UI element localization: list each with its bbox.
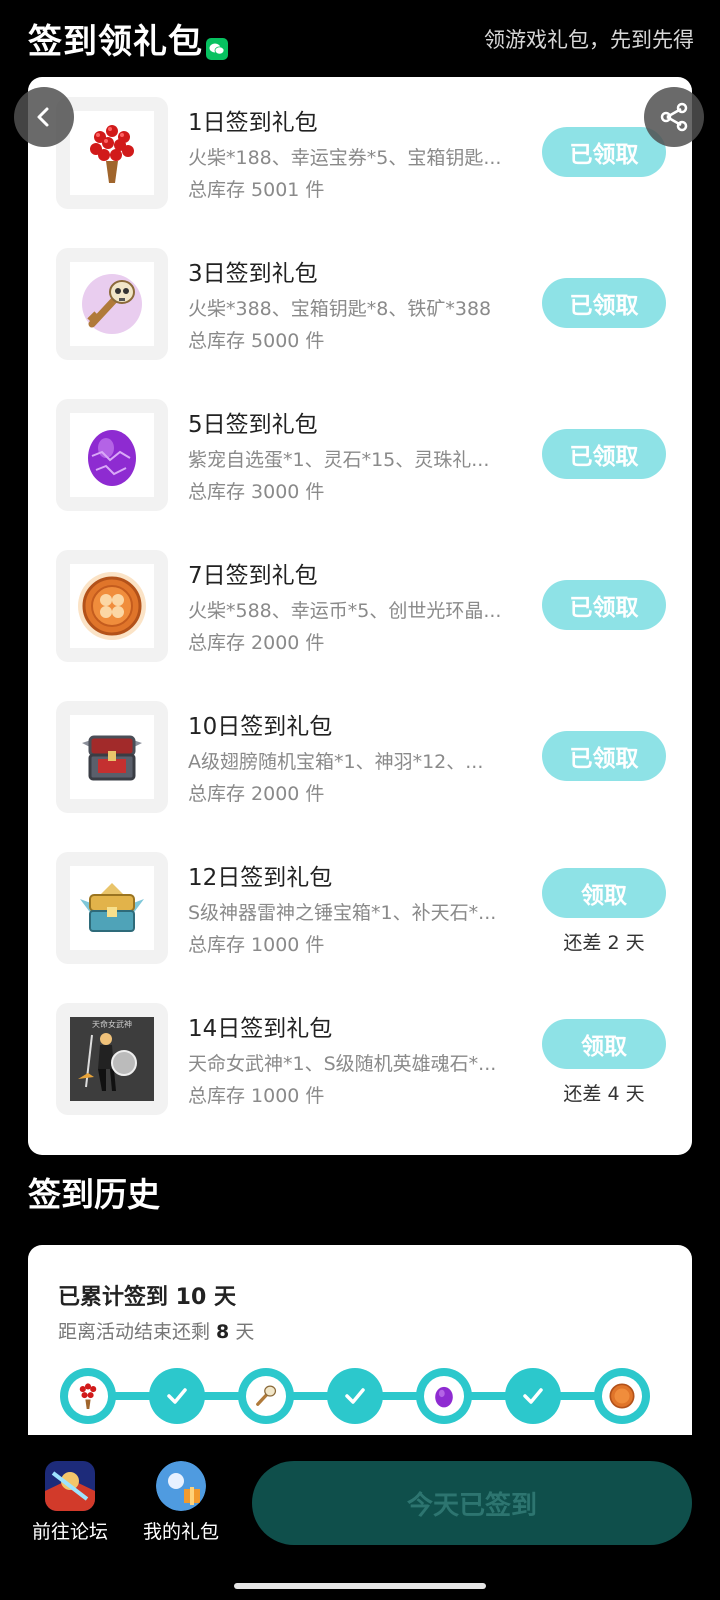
chevron-left-icon (37, 107, 49, 127)
wechat-icon (206, 38, 228, 60)
share-icon (660, 102, 688, 132)
gift-thumbnail (56, 248, 168, 360)
days-remaining: 还差 2 天 (563, 932, 645, 954)
activity-remaining: 距离活动结束还剩 8 天 (58, 1321, 255, 1343)
skull-key-icon (256, 1385, 277, 1406)
page-title: 签到领礼包 (28, 22, 203, 62)
home-indicator[interactable] (234, 1583, 486, 1589)
gift-description: 火柴*588、幸运币*5、创世光环晶... (188, 600, 502, 622)
gift-thumbnail: 天命女武神 (56, 1003, 168, 1115)
gift-row: 10日签到礼包 A级翅膀随机宝箱*1、神羽*12、... 总库存 2000 件 … (28, 701, 692, 855)
check-icon (167, 1388, 187, 1404)
purple-egg-icon (435, 1386, 453, 1408)
lucky-coin-icon (609, 1383, 635, 1409)
gift-row: 7日签到礼包 火柴*588、幸运币*5、创世光环晶... 总库存 2000 件 … (28, 550, 692, 704)
timeline-node (416, 1368, 472, 1424)
checkin-button[interactable]: 今天已签到 (252, 1461, 692, 1545)
checkin-history-card: 已累计签到 10 天 距离活动结束还剩 8 天 (28, 1245, 692, 1435)
gift-thumbnail (56, 550, 168, 662)
claimed-button[interactable]: 已领取 (542, 580, 666, 630)
claimed-button[interactable]: 已领取 (542, 429, 666, 479)
top-header: 签到领礼包 领游戏礼包，先到先得 (0, 0, 720, 78)
gift-avatar-icon (156, 1461, 206, 1511)
gift-title: 1日签到礼包 (188, 110, 318, 136)
claim-button[interactable]: 领取 (542, 1019, 666, 1069)
claimed-button[interactable]: 已领取 (542, 731, 666, 781)
gift-row: 1日签到礼包 火柴*188、幸运宝券*5、宝箱钥匙... 总库存 5001 件 … (28, 97, 692, 251)
skull-key-icon (82, 274, 142, 334)
gift-row: 3日签到礼包 火柴*388、宝箱钥匙*8、铁矿*388 总库存 5000 件 已… (28, 248, 692, 402)
gift-description: 紫宠自选蛋*1、灵石*15、灵珠礼... (188, 449, 490, 471)
my-gifts-label: 我的礼包 (142, 1521, 219, 1543)
check-icon (345, 1388, 365, 1404)
forum-label: 前往论坛 (31, 1521, 108, 1543)
gift-title: 14日签到礼包 (188, 1016, 333, 1042)
days-remaining: 还差 4 天 (563, 1083, 645, 1105)
timeline-node (238, 1368, 294, 1424)
claim-button[interactable]: 领取 (542, 868, 666, 918)
gift-stock: 总库存 3000 件 (188, 481, 325, 503)
claimed-button[interactable]: 已领取 (542, 278, 666, 328)
gift-description: S级神器雷神之锤宝箱*1、补天石*... (188, 902, 497, 924)
gift-row: 5日签到礼包 紫宠自选蛋*1、灵石*15、灵珠礼... 总库存 3000 件 已… (28, 399, 692, 553)
red-flower-bouquet-icon (90, 125, 134, 183)
gift-thumbnail (56, 852, 168, 964)
timeline-node (149, 1368, 205, 1424)
timeline-node (60, 1368, 116, 1424)
lucky-coin-icon (78, 572, 146, 640)
gift-description: 火柴*388、宝箱钥匙*8、铁矿*388 (188, 298, 492, 320)
gift-stock: 总库存 1000 件 (188, 934, 325, 956)
gift-stock: 总库存 2000 件 (188, 783, 325, 805)
timeline-node (505, 1368, 561, 1424)
share-button[interactable] (644, 87, 704, 147)
check-icon (523, 1388, 543, 1404)
gift-title: 3日签到礼包 (188, 261, 318, 287)
winged-chest-icon (80, 883, 144, 932)
purple-egg-icon (88, 430, 136, 486)
red-flower-bouquet-icon (79, 1383, 97, 1409)
gift-list-card: 1日签到礼包 火柴*188、幸运宝券*5、宝箱钥匙... 总库存 5001 件 … (28, 77, 692, 1155)
gift-thumbnail (56, 701, 168, 813)
thumb-caption: 天命女武神 (92, 1020, 132, 1029)
treasure-chest-icon (82, 735, 142, 781)
timeline-node (594, 1368, 650, 1424)
bottom-bar: 前往论坛 我的礼包 今天已签到 (0, 1435, 720, 1600)
my-gifts-link[interactable]: 我的礼包 (131, 1461, 231, 1544)
back-button[interactable] (14, 87, 74, 147)
gift-title: 5日签到礼包 (188, 412, 318, 438)
gift-description: A级翅膀随机宝箱*1、神羽*12、... (188, 751, 484, 773)
gift-stock: 总库存 5000 件 (188, 330, 325, 352)
gift-row: 天命女武神 14日签到礼包 天命女武神*1、S级随机英雄魂石*... 总库存 1… (28, 1003, 692, 1157)
gift-stock: 总库存 1000 件 (188, 1085, 325, 1107)
gift-title: 10日签到礼包 (188, 714, 333, 740)
gift-stock: 总库存 5001 件 (188, 179, 325, 201)
gift-stock: 总库存 2000 件 (188, 632, 325, 654)
header-slogan: 领游戏礼包，先到先得 (484, 28, 694, 52)
gift-title: 7日签到礼包 (188, 563, 318, 589)
forum-link[interactable]: 前往论坛 (20, 1461, 120, 1544)
game-app-icon (45, 1461, 95, 1511)
history-section-title: 签到历史 (28, 1175, 160, 1214)
gift-description: 天命女武神*1、S级随机英雄魂石*... (188, 1053, 497, 1075)
timeline-node (327, 1368, 383, 1424)
gift-row: 12日签到礼包 S级神器雷神之锤宝箱*1、补天石*... 总库存 1000 件 … (28, 852, 692, 1006)
claimed-button[interactable]: 已领取 (542, 127, 666, 177)
gift-description: 火柴*188、幸运宝券*5、宝箱钥匙... (188, 147, 502, 169)
gift-title: 12日签到礼包 (188, 865, 333, 891)
gift-thumbnail (56, 399, 168, 511)
total-checkin-days: 已累计签到 10 天 (58, 1285, 236, 1310)
